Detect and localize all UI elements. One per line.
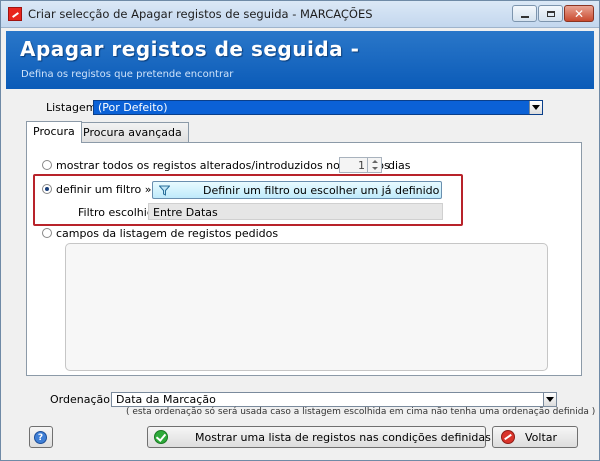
radio-all-changed[interactable] xyxy=(42,160,52,170)
check-icon xyxy=(154,430,168,444)
filtro-escolhido-field: Entre Datas xyxy=(148,203,443,220)
days-stepper[interactable]: 1 xyxy=(339,157,382,173)
ordenacao-dropdown-button[interactable] xyxy=(543,393,556,406)
stepper-up-button[interactable] xyxy=(368,158,381,165)
ordenacao-note: ( esta ordenação só será usada caso a li… xyxy=(126,407,596,417)
define-filter-button-label: Definir um filtro ou escolher um já defi… xyxy=(203,184,440,197)
minimize-icon xyxy=(520,15,529,18)
back-button-label: Voltar xyxy=(525,431,558,444)
show-list-button[interactable]: Mostrar uma lista de registos nas condiç… xyxy=(147,426,491,448)
radio-list-fields[interactable] xyxy=(42,228,52,238)
help-button[interactable]: ? xyxy=(29,426,53,448)
back-button[interactable]: Voltar xyxy=(492,426,578,448)
maximize-button[interactable] xyxy=(538,5,563,22)
listagem-dropdown-button[interactable] xyxy=(529,101,542,114)
days-stepper-buttons xyxy=(367,158,381,172)
tab-procura[interactable]: Procura xyxy=(26,121,82,143)
header-banner: Apagar registos de seguida - Defina os r… xyxy=(6,31,594,89)
close-icon: ✕ xyxy=(573,6,585,21)
listagem-value: (Por Defeito) xyxy=(98,101,168,114)
back-icon xyxy=(501,430,515,444)
days-value: 1 xyxy=(358,159,365,172)
listagem-select[interactable]: (Por Defeito) xyxy=(93,100,543,115)
minimize-button[interactable] xyxy=(512,5,537,22)
window-title: Criar selecção de Apagar registos de seg… xyxy=(28,7,373,21)
chevron-down-icon xyxy=(546,397,554,402)
show-list-button-label: Mostrar uma lista de registos nas condiç… xyxy=(195,431,491,444)
fields-list-box[interactable] xyxy=(65,243,548,371)
ordenacao-select[interactable]: Data da Marcação xyxy=(111,392,557,407)
ordenacao-value: Data da Marcação xyxy=(116,393,216,406)
ordenacao-label: Ordenação : xyxy=(50,393,118,406)
stepper-down-button[interactable] xyxy=(368,165,381,172)
maximize-icon xyxy=(546,10,555,17)
dialog-window: Criar selecção de Apagar registos de seg… xyxy=(0,0,600,461)
radio-list-fields-label: campos da listagem de registos pedidos xyxy=(56,227,279,240)
arrow-up-icon xyxy=(371,160,378,163)
close-button[interactable]: ✕ xyxy=(564,5,594,22)
arrow-down-icon xyxy=(371,167,378,170)
help-icon: ? xyxy=(34,431,47,444)
filtro-escolhido-value: Entre Datas xyxy=(153,206,218,219)
chevron-down-icon xyxy=(532,105,540,110)
radio-define-filter[interactable] xyxy=(42,184,52,194)
funnel-icon xyxy=(159,185,170,196)
define-filter-button[interactable]: Definir um filtro ou escolher um já defi… xyxy=(152,181,442,199)
app-logo-icon xyxy=(8,7,22,21)
radio-define-filter-label: definir um filtro »»» xyxy=(56,183,165,196)
banner-title: Apagar registos de seguida - xyxy=(20,37,360,61)
tab-procura-avancada-label: Procura avançada xyxy=(83,126,182,139)
tab-procura-label: Procura xyxy=(33,125,75,138)
banner-subtitle: Defina os registos que pretende encontra… xyxy=(21,69,234,80)
title-bar: Criar selecção de Apagar registos de seg… xyxy=(1,1,599,28)
days-label: dias xyxy=(388,159,411,172)
tab-procura-avancada[interactable]: Procura avançada xyxy=(76,122,189,142)
